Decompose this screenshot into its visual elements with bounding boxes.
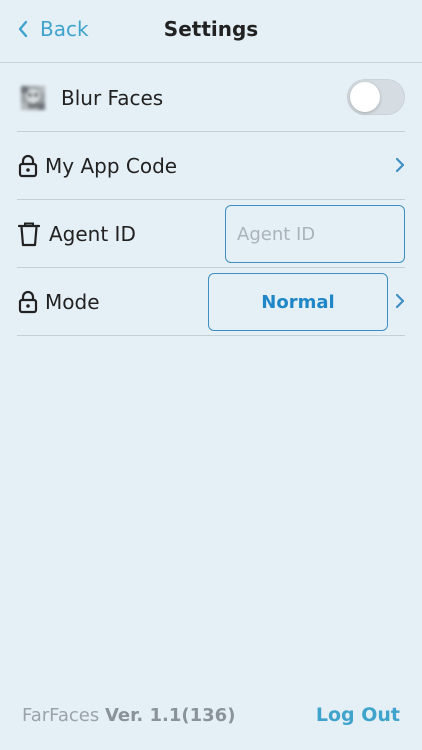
- nav-divider: [0, 62, 422, 63]
- mode-select-button[interactable]: Normal: [208, 273, 388, 331]
- blurred-face-icon: [17, 82, 49, 114]
- logout-button[interactable]: Log Out: [316, 704, 400, 726]
- back-label: Back: [40, 17, 89, 41]
- lock-icon: [17, 153, 39, 179]
- mode-row: Mode Normal: [17, 268, 405, 336]
- agent-id-input[interactable]: [225, 205, 405, 263]
- mode-label: Mode: [45, 289, 100, 314]
- blur-faces-row: Blur Faces: [17, 64, 405, 132]
- nav-bar: Settings Back: [0, 0, 422, 60]
- chevron-left-icon: [18, 20, 28, 38]
- lock-icon: [17, 289, 39, 315]
- app-code-row[interactable]: My App Code: [17, 132, 405, 200]
- agent-id-row: Agent ID: [17, 200, 405, 268]
- toggle-knob: [350, 82, 380, 112]
- trash-icon: [17, 220, 41, 248]
- back-button[interactable]: Back: [18, 14, 89, 44]
- blur-faces-label: Blur Faces: [61, 85, 164, 110]
- footer: FarFaces Ver. 1.1(136) Log Out: [22, 700, 400, 730]
- settings-screen: Settings Back Blur Faces My App Code Age…: [0, 0, 422, 750]
- chevron-right-icon[interactable]: [395, 292, 405, 310]
- app-code-label: My App Code: [45, 153, 178, 178]
- chevron-right-icon[interactable]: [395, 156, 405, 174]
- blur-faces-toggle[interactable]: [347, 79, 405, 115]
- app-name: FarFaces: [22, 704, 100, 726]
- version-label: Ver. 1.1(136): [104, 704, 236, 726]
- agent-id-label: Agent ID: [49, 221, 136, 246]
- version-info: FarFaces Ver. 1.1(136): [22, 705, 235, 726]
